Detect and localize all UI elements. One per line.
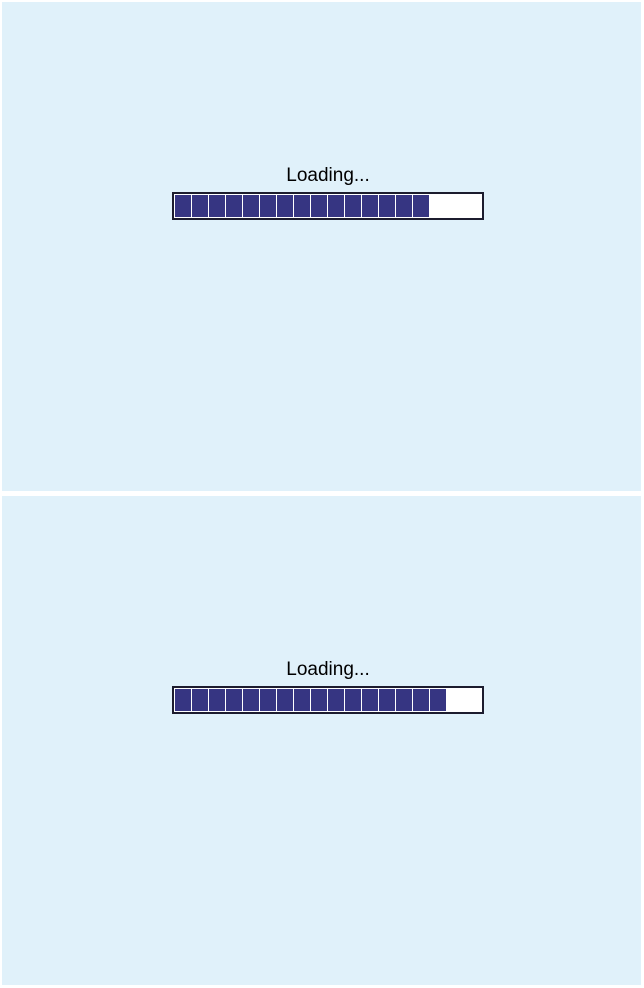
loader-2: Loading... — [172, 659, 484, 714]
progress-segment — [209, 195, 225, 217]
loader-1: Loading... — [172, 165, 484, 220]
progress-segment — [294, 195, 310, 217]
progress-segment — [294, 689, 310, 711]
progress-fill — [175, 195, 430, 217]
progress-segment — [260, 195, 276, 217]
progress-segment — [192, 195, 208, 217]
loading-label: Loading... — [286, 659, 370, 680]
progress-segment — [243, 195, 259, 217]
progress-segment — [379, 689, 395, 711]
loading-screen-2: Loading... — [2, 496, 641, 985]
progress-segment — [243, 689, 259, 711]
progress-segment — [345, 689, 361, 711]
progress-segment — [396, 195, 412, 217]
progress-segment — [175, 689, 191, 711]
loading-screen-1: Loading... — [2, 2, 641, 491]
progress-segment — [192, 689, 208, 711]
progress-segment — [175, 195, 191, 217]
progress-segment — [277, 689, 293, 711]
loading-label: Loading... — [286, 165, 370, 186]
progress-segment — [396, 689, 412, 711]
progress-bar — [172, 686, 484, 714]
progress-segment — [328, 195, 344, 217]
progress-segment — [430, 689, 446, 711]
progress-segment — [362, 689, 378, 711]
progress-segment — [226, 195, 242, 217]
progress-segment — [328, 689, 344, 711]
progress-segment — [413, 689, 429, 711]
progress-segment — [311, 195, 327, 217]
progress-segment — [379, 195, 395, 217]
progress-segment — [226, 689, 242, 711]
progress-segment — [277, 195, 293, 217]
progress-segment — [311, 689, 327, 711]
progress-segment — [362, 195, 378, 217]
progress-bar — [172, 192, 484, 220]
progress-fill — [175, 689, 447, 711]
progress-segment — [260, 689, 276, 711]
progress-segment — [209, 689, 225, 711]
progress-segment — [413, 195, 429, 217]
progress-segment — [345, 195, 361, 217]
